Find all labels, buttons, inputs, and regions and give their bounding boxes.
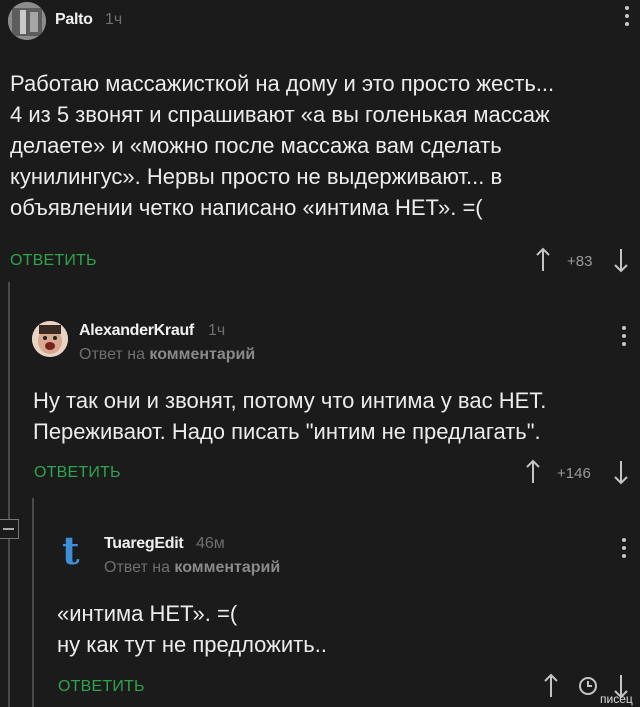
downvote-arrow-icon[interactable]	[613, 459, 629, 490]
reply-to-line: Ответ на комментарий	[79, 346, 255, 364]
reply-to-prefix: Ответ на	[79, 346, 145, 363]
timestamp: 1ч	[105, 11, 123, 28]
comment-text: Работаю массажисткой на дому и это прост…	[10, 71, 555, 220]
score: +83	[567, 253, 593, 270]
reply-button[interactable]: ОТВЕТИТЬ	[10, 252, 97, 270]
avatar[interactable]	[32, 321, 68, 357]
thread-line-1[interactable]	[8, 282, 10, 707]
username[interactable]: Palto	[55, 11, 93, 29]
watermark: писец	[600, 692, 633, 706]
reply-to-link[interactable]: комментарий	[149, 346, 255, 363]
avatar-letter: t	[62, 532, 80, 568]
score: +146	[557, 465, 591, 482]
clock-icon[interactable]	[578, 676, 598, 701]
comment-text: «интима НЕТ». =( ну как тут не предложит…	[57, 601, 327, 657]
upvote-arrow-icon[interactable]	[543, 673, 559, 704]
reply-button[interactable]: ОТВЕТИТЬ	[58, 678, 145, 696]
downvote-arrow-icon[interactable]	[613, 247, 629, 278]
timestamp: 46м	[196, 535, 225, 552]
more-dots-icon[interactable]	[625, 6, 629, 30]
username[interactable]: TuaregEdit	[104, 535, 184, 553]
avatar[interactable]	[8, 2, 46, 40]
more-dots-icon[interactable]	[622, 538, 626, 562]
collapse-minus-icon[interactable]	[0, 519, 19, 539]
timestamp: 1ч	[208, 322, 226, 339]
comment-text: Ну так они и звонят, потому что интима у…	[33, 388, 547, 444]
more-dots-icon[interactable]	[622, 326, 626, 350]
thread-line-2[interactable]	[32, 498, 34, 707]
reply-to-link[interactable]: комментарий	[174, 559, 280, 576]
upvote-arrow-icon[interactable]	[535, 247, 551, 278]
avatar[interactable]: t	[56, 532, 92, 568]
username[interactable]: AlexanderKrauf	[79, 322, 194, 340]
reply-button[interactable]: ОТВЕТИТЬ	[34, 464, 121, 482]
reply-to-prefix: Ответ на	[104, 559, 170, 576]
upvote-arrow-icon[interactable]	[525, 459, 541, 490]
reply-to-line: Ответ на комментарий	[104, 559, 280, 577]
